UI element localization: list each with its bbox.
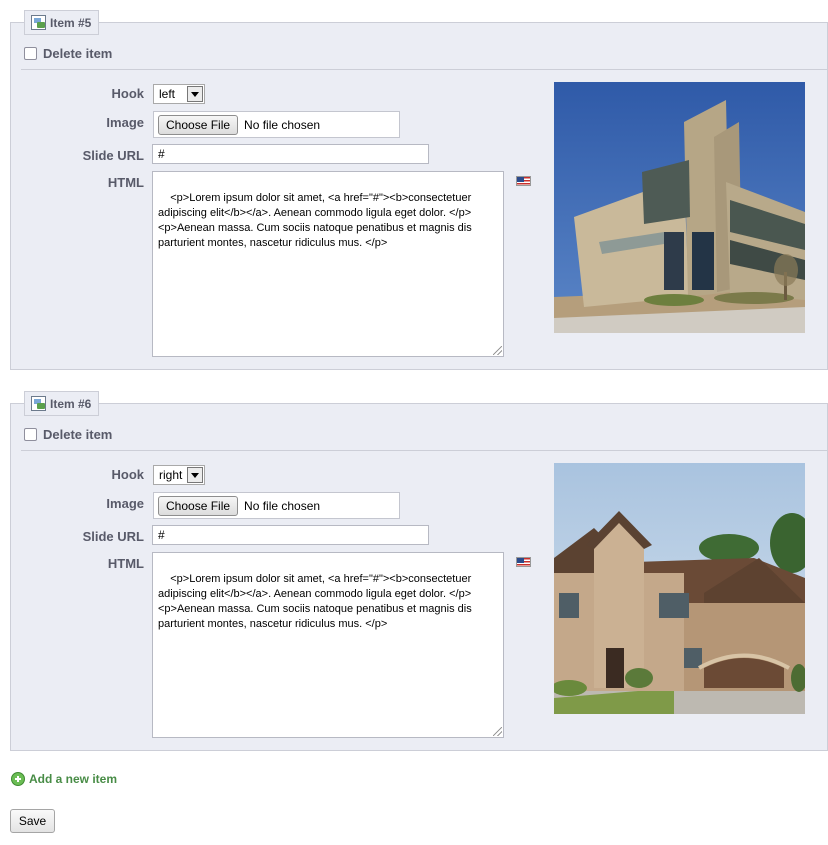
resize-grip-icon[interactable]	[493, 727, 502, 736]
delete-item-5-checkbox[interactable]	[24, 47, 37, 60]
delete-item-5-row[interactable]: Delete item	[24, 46, 112, 61]
delete-item-6-row[interactable]: Delete item	[24, 427, 112, 442]
us-flag-icon[interactable]	[516, 557, 531, 567]
divider	[21, 69, 827, 70]
chevron-down-icon[interactable]	[187, 86, 203, 102]
file-status: No file chosen	[244, 117, 321, 132]
add-new-item-label: Add a new item	[29, 772, 118, 786]
add-new-item-link[interactable]: Add a new item	[11, 772, 117, 786]
divider	[21, 450, 827, 451]
hook-select[interactable]: left	[153, 84, 205, 104]
image-label: Image	[106, 115, 144, 130]
hook-select-value: left	[159, 87, 176, 101]
item-5-title: Item #5	[50, 15, 92, 30]
item-5-fieldset: Item #5 Delete item Hook left Image Choo…	[10, 10, 828, 370]
image-label: Image	[106, 496, 144, 511]
save-button[interactable]: Save	[10, 809, 55, 833]
choose-file-button[interactable]: Choose File	[158, 495, 239, 516]
slide-url-input[interactable]: #	[152, 144, 429, 164]
file-status: No file chosen	[244, 498, 321, 513]
resize-grip-icon[interactable]	[493, 346, 502, 355]
chevron-down-icon[interactable]	[187, 467, 203, 483]
hook-label: Hook	[111, 467, 145, 482]
item-5-thumbnail	[554, 82, 805, 333]
delete-item-6-label: Delete item	[43, 427, 113, 442]
html-textarea[interactable]: <p>Lorem ipsum dolor sit amet, <a href="…	[152, 552, 504, 738]
item-6-title: Item #6	[50, 396, 92, 411]
suburban-house-photo	[554, 463, 805, 714]
us-flag-icon[interactable]	[516, 176, 531, 186]
html-label: HTML	[107, 556, 144, 571]
add-icon[interactable]	[11, 772, 25, 786]
image-icon	[31, 15, 46, 30]
item-6-legend: Item #6	[24, 391, 100, 416]
item-6-thumbnail	[554, 463, 805, 714]
item-5-legend: Item #5	[24, 10, 100, 35]
commercial-building-photo	[554, 82, 805, 333]
html-textarea[interactable]: <p>Lorem ipsum dolor sit amet, <a href="…	[152, 171, 504, 357]
slide-url-input[interactable]: #	[152, 525, 429, 545]
choose-file-button[interactable]: Choose File	[158, 114, 239, 135]
image-file-input[interactable]: Choose File No file chosen	[153, 492, 400, 519]
item-6-fieldset: Item #6 Delete item Hook right Image Cho…	[10, 391, 828, 751]
html-label: HTML	[107, 175, 144, 190]
html-textarea-content: <p>Lorem ipsum dolor sit amet, <a href="…	[158, 192, 472, 249]
hook-label: Hook	[111, 86, 145, 101]
hook-select[interactable]: right	[153, 465, 205, 485]
delete-item-5-label: Delete item	[43, 46, 113, 61]
image-icon	[31, 396, 46, 411]
hook-select-value: right	[159, 468, 183, 482]
delete-item-6-checkbox[interactable]	[24, 428, 37, 441]
slide-url-label: Slide URL	[82, 148, 144, 163]
slide-url-label: Slide URL	[82, 529, 144, 544]
image-file-input[interactable]: Choose File No file chosen	[153, 111, 400, 138]
html-textarea-content: <p>Lorem ipsum dolor sit amet, <a href="…	[158, 573, 472, 630]
